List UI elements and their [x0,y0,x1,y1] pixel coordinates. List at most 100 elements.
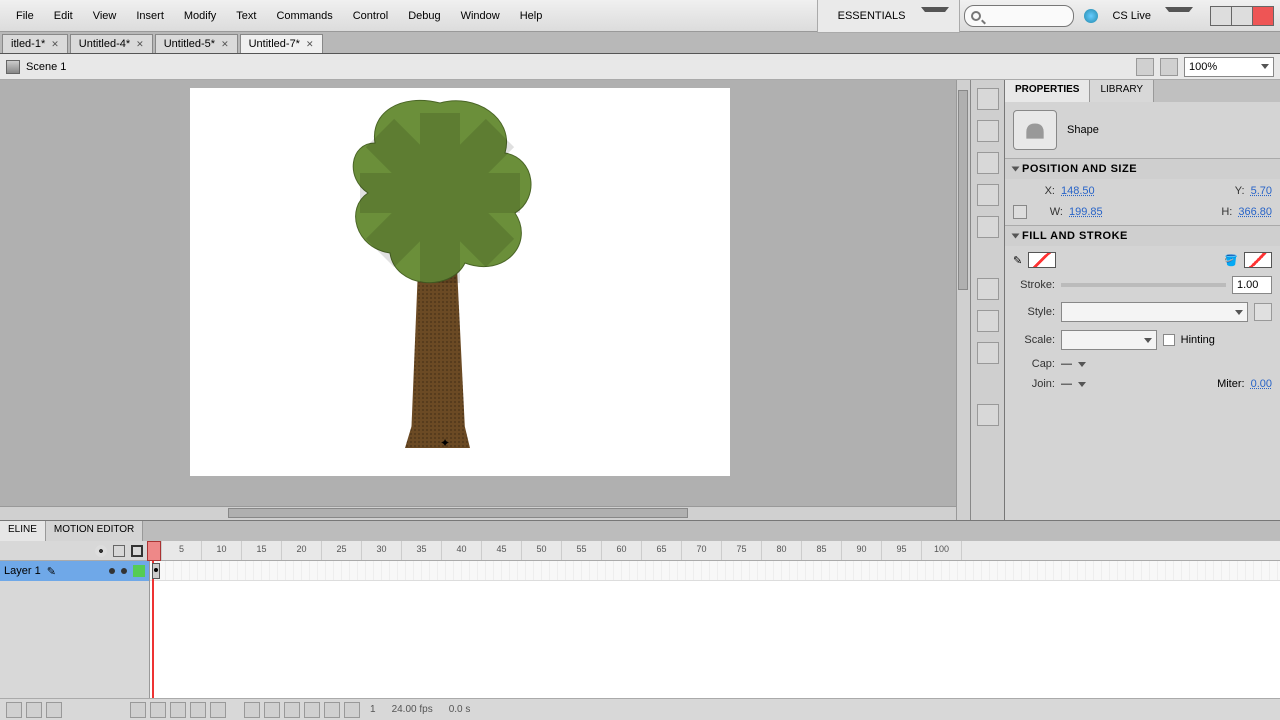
next-frame-button[interactable] [190,702,206,718]
lock-column-icon[interactable] [113,545,125,557]
prev-frame-button[interactable] [150,702,166,718]
section-fill-stroke[interactable]: FILL AND STROKE [1005,225,1280,246]
panel-icon[interactable] [977,120,999,142]
window-close-button[interactable] [1252,6,1274,26]
section-position-size[interactable]: POSITION AND SIZE [1005,158,1280,179]
onion-skin-button[interactable] [284,702,300,718]
tab-timeline[interactable]: ELINE [0,521,46,541]
close-icon[interactable]: ✕ [136,39,144,50]
tick: 65 [642,541,682,560]
miter-field[interactable]: 0.00 [1251,378,1272,390]
delete-layer-button[interactable] [46,702,62,718]
new-folder-button[interactable] [26,702,42,718]
tab-properties[interactable]: PROPERTIES [1005,80,1090,102]
stroke-weight-slider[interactable] [1061,283,1226,287]
scrollbar-thumb[interactable] [228,508,688,518]
frames-area[interactable]: 1 5 10 15 20 25 30 35 40 45 50 55 60 65 … [150,541,1280,698]
doc-tab-label: Untitled-7* [249,38,300,50]
first-frame-button[interactable] [130,702,146,718]
stage-area[interactable]: ✦ [0,80,970,520]
window-restore-button[interactable] [1231,6,1253,26]
stroke-label: Stroke: [1013,279,1055,291]
w-field[interactable]: 199.85 [1069,206,1103,218]
search-input[interactable] [964,5,1074,27]
menu-control[interactable]: Control [343,4,398,28]
cs-live-label: CS Live [1102,4,1161,28]
lock-aspect-icon[interactable] [1013,205,1027,219]
menu-insert[interactable]: Insert [126,4,174,28]
center-frame-button[interactable] [244,702,260,718]
workspace-switcher[interactable]: ESSENTIALS [817,0,961,33]
panel-icon[interactable] [977,184,999,206]
fill-color-swatch[interactable] [1244,252,1272,268]
menu-edit[interactable]: Edit [44,4,83,28]
panel-icon[interactable] [977,216,999,238]
tab-library[interactable]: LIBRARY [1090,80,1154,102]
cs-live-button[interactable]: CS Live [1078,4,1199,28]
layer-row[interactable]: Layer 1 ✎ [0,561,149,581]
edit-stroke-style-button[interactable] [1254,303,1272,321]
registration-cursor-icon: ✦ [440,436,450,450]
horizontal-scrollbar[interactable] [0,506,956,520]
window-min-button[interactable] [1210,6,1232,26]
keyframe[interactable] [152,563,160,579]
stroke-color-swatch[interactable] [1028,252,1056,268]
menu-debug[interactable]: Debug [398,4,450,28]
menu-help[interactable]: Help [510,4,553,28]
stroke-style-select[interactable] [1061,302,1248,322]
onion-skin-outline-button[interactable] [304,702,320,718]
menu-commands[interactable]: Commands [266,4,342,28]
hinting-checkbox[interactable] [1163,334,1175,346]
panel-icon[interactable] [977,88,999,110]
visibility-toggle[interactable] [109,568,115,574]
x-field[interactable]: 148.50 [1061,185,1095,197]
panel-icon[interactable] [977,152,999,174]
play-button[interactable] [170,702,186,718]
last-frame-button[interactable] [210,702,226,718]
frame-ruler[interactable]: 1 5 10 15 20 25 30 35 40 45 50 55 60 65 … [150,541,1280,561]
cap-select[interactable] [1078,362,1086,367]
doc-tab[interactable]: itled-1*✕ [2,34,68,53]
zoom-select[interactable]: 100% [1184,57,1274,77]
layer-name[interactable]: Layer 1 [4,565,41,577]
doc-tab[interactable]: Untitled-4*✕ [70,34,153,53]
loop-button[interactable] [264,702,280,718]
panel-icon[interactable] [977,404,999,426]
tab-motion-editor[interactable]: MOTION EDITOR [46,521,143,541]
close-icon[interactable]: ✕ [51,39,59,50]
stroke-weight-field[interactable]: 1.00 [1232,276,1272,294]
scrollbar-thumb[interactable] [958,90,968,290]
close-icon[interactable]: ✕ [221,39,229,50]
panel-icon[interactable] [977,310,999,332]
menu-file[interactable]: File [6,4,44,28]
doc-tab[interactable]: Untitled-7* ✕ [240,34,323,53]
frame-rate: 24.00 fps [392,704,433,715]
vertical-scrollbar[interactable] [956,80,970,520]
stage-canvas[interactable]: ✦ [190,88,730,476]
menu-modify[interactable]: Modify [174,4,226,28]
miter-label: Miter: [1217,378,1245,390]
y-field[interactable]: 5.70 [1251,185,1272,197]
panel-icon[interactable] [977,342,999,364]
h-field[interactable]: 366.80 [1238,206,1272,218]
lock-toggle[interactable] [121,568,127,574]
new-layer-button[interactable] [6,702,22,718]
tick: 25 [322,541,362,560]
tree-foliage-shape[interactable] [340,93,540,298]
outline-toggle[interactable] [133,565,145,577]
stroke-scale-select[interactable] [1061,330,1157,350]
visibility-column-icon[interactable] [95,545,107,557]
edit-symbols-button[interactable] [1160,58,1178,76]
close-icon[interactable]: ✕ [306,39,314,50]
menu-text[interactable]: Text [226,4,266,28]
edit-scene-button[interactable] [1136,58,1154,76]
outline-column-icon[interactable] [131,545,143,557]
panel-icon[interactable] [977,278,999,300]
modify-markers-button[interactable] [344,702,360,718]
menu-view[interactable]: View [83,4,127,28]
join-select[interactable] [1078,382,1086,387]
layer-track[interactable] [150,561,1280,581]
doc-tab[interactable]: Untitled-5*✕ [155,34,238,53]
menu-window[interactable]: Window [451,4,510,28]
edit-multiple-button[interactable] [324,702,340,718]
